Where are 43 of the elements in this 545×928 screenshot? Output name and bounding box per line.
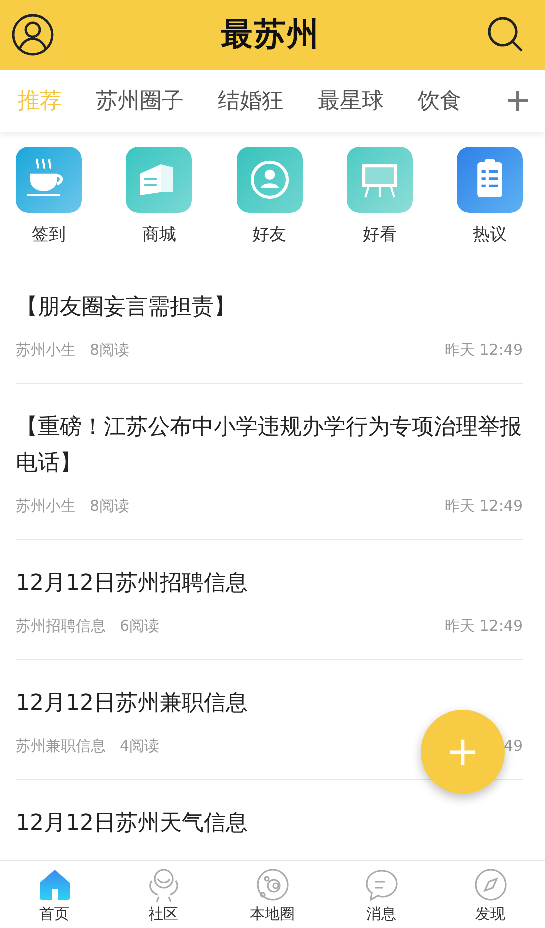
- read-count: 6阅读: [120, 617, 160, 636]
- article-author: 苏州招聘信息: [16, 617, 106, 636]
- nav-tab[interactable]: 社区: [118, 867, 208, 928]
- read-count: 4阅读: [120, 737, 160, 756]
- shortcut-label[interactable]: 热议: [473, 223, 507, 246]
- app-logo: 最苏州: [221, 14, 320, 55]
- search-icon[interactable]: [487, 16, 525, 54]
- post-time: 昨天 12:49: [445, 341, 523, 360]
- category-tab[interactable]: 最星球: [318, 86, 384, 116]
- shop-icon[interactable]: [126, 147, 192, 213]
- category-tab[interactable]: 苏州圈子: [96, 86, 184, 116]
- shortcut-label[interactable]: 好友: [252, 223, 286, 246]
- message-icon: [364, 867, 400, 903]
- article-author: 苏州小生: [16, 497, 76, 516]
- clipboard-icon[interactable]: [457, 147, 523, 213]
- profile-icon[interactable]: [12, 14, 54, 56]
- nav-tab[interactable]: 消息: [336, 867, 426, 928]
- post-time: 昨天 12:49: [445, 497, 523, 516]
- article-title[interactable]: 【重磅！江苏公布中小学违规办学行为专项治理举报电话】: [16, 410, 523, 482]
- post-time: 昨天 12:49: [445, 617, 523, 636]
- nav-tab[interactable]: 本地圈: [228, 867, 318, 928]
- read-count: 8阅读: [90, 341, 130, 360]
- article-title[interactable]: 12月12日苏州招聘信息: [16, 566, 248, 602]
- board-icon[interactable]: [346, 147, 413, 213]
- cup-icon[interactable]: [16, 147, 82, 213]
- nav-tab[interactable]: 首页: [10, 867, 100, 928]
- discover-icon: [472, 867, 508, 903]
- category-tab[interactable]: 结婚狂: [218, 86, 284, 116]
- article-author: 苏州兼职信息: [16, 737, 106, 756]
- category-tab[interactable]: 饮食: [418, 86, 462, 116]
- friend-icon[interactable]: [236, 147, 302, 213]
- local-icon: [254, 867, 290, 903]
- nav-tab[interactable]: 发现: [446, 867, 536, 928]
- add-icon[interactable]: [507, 90, 529, 112]
- shortcut-label[interactable]: 签到: [32, 223, 66, 246]
- article-author: 苏州小生: [16, 341, 76, 360]
- shortcut-label[interactable]: 好看: [362, 223, 397, 246]
- shortcut-label[interactable]: 商城: [142, 223, 176, 246]
- read-count: 8阅读: [90, 497, 130, 516]
- article-title[interactable]: 【朋友圈妄言需担责】: [16, 290, 236, 326]
- post-time: 49: [504, 737, 523, 756]
- article-title[interactable]: 12月12日苏州兼职信息: [16, 686, 248, 722]
- article-title[interactable]: 12月12日苏州天气信息: [16, 806, 248, 842]
